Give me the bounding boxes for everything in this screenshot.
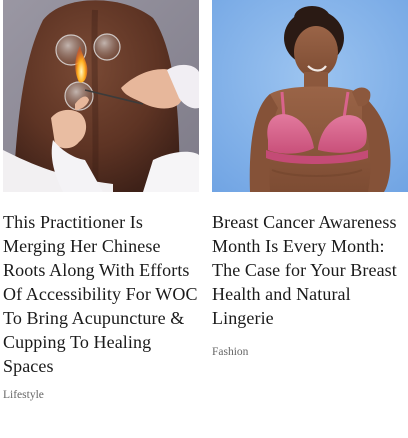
article-2-headline[interactable]: Breast Cancer Awareness Month Is Every M… [212, 210, 408, 330]
article-1-image[interactable] [3, 0, 199, 192]
cupping-therapy-photo [3, 0, 199, 192]
article-card-2: Breast Cancer Awareness Month Is Every M… [212, 0, 408, 358]
article-card-1: This Practitioner Is Merging Her Chinese… [3, 0, 199, 401]
article-2-image[interactable] [212, 0, 408, 192]
article-1-headline[interactable]: This Practitioner Is Merging Her Chinese… [3, 210, 199, 378]
article-2-category[interactable]: Fashion [212, 346, 408, 358]
lingerie-model-photo [212, 0, 408, 192]
article-1-category[interactable]: Lifestyle [3, 389, 199, 401]
